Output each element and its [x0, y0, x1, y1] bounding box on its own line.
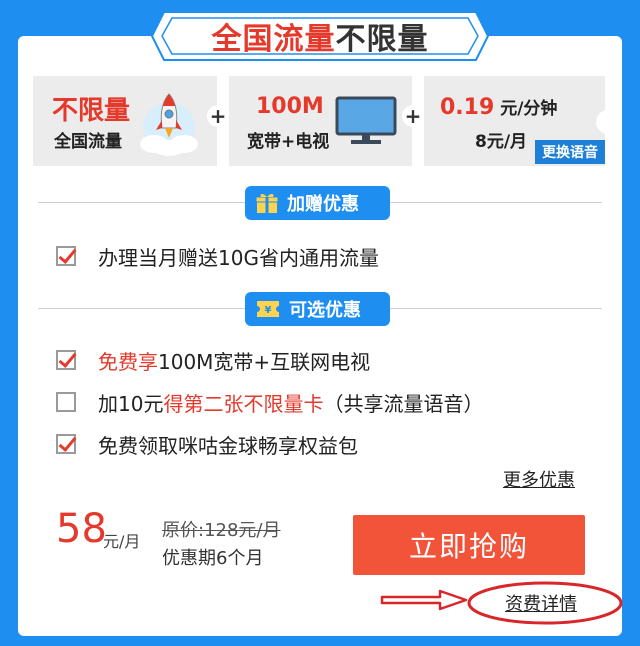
plan-data-sub: 全国流量: [54, 132, 122, 152]
plan-data-main: 不限量: [52, 96, 131, 126]
plan-voice-main: 0.19 元/分钟: [440, 95, 558, 120]
page-title: 全国流量 不限量: [211, 22, 429, 57]
coupon-icon: ¥: [255, 299, 281, 319]
price-unit: 元/月: [103, 532, 141, 551]
gift-icon: [255, 192, 279, 214]
change-voice-button[interactable]: 更换语音: [535, 140, 605, 164]
optional-item-row[interactable]: 加10元 得第二张不限量卡 （共享流量语音）: [56, 388, 483, 416]
section-tag-gift: 加赠优惠: [245, 186, 390, 220]
optional-item-row[interactable]: 免费领取咪咕金球畅享权益包: [56, 430, 358, 458]
tv-icon: [335, 96, 397, 146]
promo-period: 优惠期6个月: [162, 548, 264, 569]
svg-text:¥: ¥: [265, 305, 272, 316]
checkbox[interactable]: [56, 350, 76, 370]
optional-item-row[interactable]: 免费享 100M宽带+互联网电视: [56, 346, 370, 374]
price-amount: 58: [56, 506, 107, 552]
title-banner: 全国流量 不限量: [150, 8, 490, 64]
more-offers-link[interactable]: 更多优惠: [503, 466, 575, 492]
rocket-icon: [138, 88, 200, 156]
checkbox[interactable]: [56, 434, 76, 454]
fee-details-link[interactable]: 资费详情: [505, 590, 577, 616]
plus-icon: +: [402, 104, 424, 128]
plan-broadband-sub: 宽带+电视: [247, 132, 330, 152]
plan-broadband-main: 100M: [256, 94, 324, 119]
buy-now-button[interactable]: 立即抢购: [353, 515, 585, 575]
gift-item-row[interactable]: 办理当月赠送10G省内通用流量: [56, 242, 379, 270]
plan-voice-sub: 8元/月: [475, 132, 528, 152]
checkbox[interactable]: [56, 392, 76, 412]
plus-icon: +: [207, 104, 229, 128]
checkbox[interactable]: [56, 246, 76, 266]
section-tag-optional: ¥ 可选优惠: [245, 292, 390, 326]
original-price: 原价:128元/月: [162, 520, 281, 541]
